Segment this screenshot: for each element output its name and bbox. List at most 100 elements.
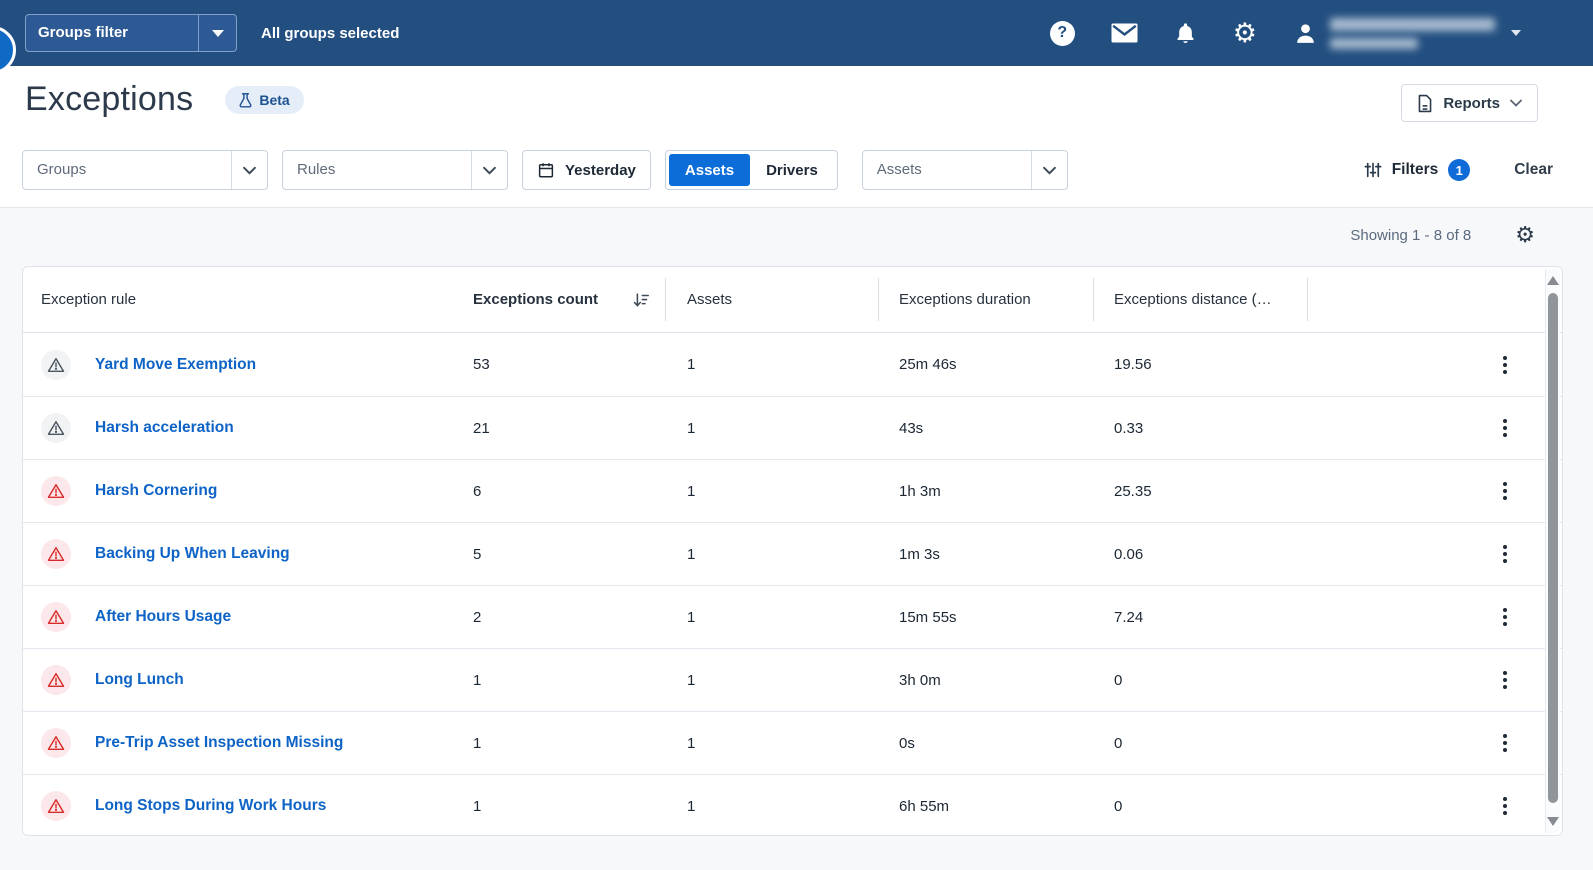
reports-button[interactable]: Reports bbox=[1401, 84, 1538, 122]
cell-assets: 1 bbox=[687, 545, 696, 563]
row-menu-button[interactable] bbox=[1497, 665, 1513, 695]
cell-exceptions-duration: 25m 46s bbox=[899, 356, 957, 373]
cell-exceptions-distance: 0 bbox=[1114, 671, 1123, 689]
rules-select[interactable]: Rules bbox=[282, 150, 508, 190]
row-menu-button[interactable] bbox=[1497, 602, 1513, 632]
clear-filters-button[interactable]: Clear bbox=[1514, 161, 1553, 179]
scroll-down-arrow-icon[interactable] bbox=[1547, 817, 1559, 826]
row-menu-button[interactable] bbox=[1497, 791, 1513, 821]
cell-exceptions-count: 21 bbox=[473, 419, 490, 437]
cell-exceptions-count: 1 bbox=[473, 671, 482, 689]
exception-rule-link[interactable]: Yard Move Exemption bbox=[95, 356, 256, 374]
exception-rule-link[interactable]: Backing Up When Leaving bbox=[95, 545, 290, 563]
exceptions-table: Exception rule Exceptions count Assets E… bbox=[22, 266, 1563, 836]
table-row: Harsh acceleration 21 1 43s 0.33 bbox=[23, 396, 1562, 459]
notifications-button[interactable] bbox=[1174, 21, 1197, 45]
cell-exceptions-distance: 25.35 bbox=[1114, 482, 1152, 500]
exception-rule-link[interactable]: Harsh Cornering bbox=[95, 482, 217, 500]
assets-select[interactable]: Assets bbox=[861, 150, 1068, 190]
groups-filter-caret[interactable] bbox=[198, 15, 236, 51]
cell-exceptions-count: 1 bbox=[473, 734, 482, 752]
bell-icon bbox=[1177, 23, 1194, 43]
vertical-scrollbar[interactable] bbox=[1545, 269, 1560, 833]
row-menu-button[interactable] bbox=[1497, 350, 1513, 380]
user-icon bbox=[1297, 23, 1314, 43]
filters-button[interactable]: Filters 1 bbox=[1364, 159, 1471, 181]
exception-rule-link[interactable]: Pre-Trip Asset Inspection Missing bbox=[95, 734, 343, 752]
cell-exceptions-distance: 0.06 bbox=[1114, 545, 1144, 563]
cell-exceptions-count: 6 bbox=[473, 482, 482, 500]
column-divider bbox=[1307, 278, 1308, 321]
sort-descending-icon bbox=[633, 292, 649, 307]
row-menu-button[interactable] bbox=[1497, 539, 1513, 569]
filters-sliders-icon bbox=[1364, 162, 1382, 178]
beta-badge: Beta bbox=[225, 85, 304, 114]
table-row: Harsh Cornering 6 1 1h 3m 25.35 bbox=[23, 459, 1562, 522]
warning-triangle-icon bbox=[41, 791, 71, 821]
row-menu-button[interactable] bbox=[1497, 476, 1513, 506]
cell-exceptions-duration: 1m 3s bbox=[899, 545, 940, 563]
table-row: Long Stops During Work Hours 1 1 6h 55m … bbox=[23, 774, 1562, 837]
help-icon: ? bbox=[1049, 20, 1075, 46]
assets-select-caret[interactable] bbox=[1030, 151, 1067, 189]
row-menu-button[interactable] bbox=[1497, 728, 1513, 758]
scroll-up-arrow-icon[interactable] bbox=[1547, 276, 1559, 285]
column-divider bbox=[878, 278, 879, 321]
table-row: Pre-Trip Asset Inspection Missing 1 1 0s… bbox=[23, 711, 1562, 774]
reports-button-label: Reports bbox=[1443, 94, 1500, 112]
rules-select-placeholder: Rules bbox=[297, 161, 336, 178]
user-email-blurred bbox=[1330, 17, 1495, 49]
row-menu-button[interactable] bbox=[1497, 413, 1513, 443]
list-toolbar: Showing 1 - 8 of 8 ⚙ bbox=[1350, 219, 1535, 251]
groups-select-caret[interactable] bbox=[231, 151, 267, 189]
cell-exceptions-distance: 0.33 bbox=[1114, 419, 1144, 437]
groups-filter-dropdown[interactable]: Groups filter bbox=[25, 14, 237, 52]
page-header: Exceptions Beta Reports Groups Rules Yes… bbox=[0, 66, 1593, 208]
column-settings-button[interactable]: ⚙ bbox=[1515, 224, 1535, 246]
groups-select[interactable]: Groups bbox=[22, 150, 268, 190]
column-divider bbox=[665, 278, 666, 321]
toggle-drivers[interactable]: Drivers bbox=[750, 154, 834, 186]
exception-rule-link[interactable]: Harsh acceleration bbox=[95, 419, 234, 437]
caret-down-icon bbox=[211, 29, 224, 37]
help-button[interactable]: ? bbox=[1049, 20, 1075, 46]
chevron-down-icon bbox=[483, 166, 496, 175]
column-header-exceptions-count[interactable]: Exceptions count bbox=[473, 291, 650, 309]
entity-toggle: Assets Drivers bbox=[664, 150, 838, 190]
exception-rule-link[interactable]: Long Lunch bbox=[95, 671, 184, 689]
exception-rule-link[interactable]: After Hours Usage bbox=[95, 608, 231, 626]
scrollbar-thumb[interactable] bbox=[1548, 293, 1558, 803]
toggle-assets[interactable]: Assets bbox=[668, 154, 751, 186]
cell-exceptions-duration: 3h 0m bbox=[899, 671, 941, 689]
column-header-exceptions-distance[interactable]: Exceptions distance (… bbox=[1114, 291, 1272, 308]
table-body: Yard Move Exemption 53 1 25m 46s 19.56 H… bbox=[23, 333, 1562, 837]
column-header-exception-rule[interactable]: Exception rule bbox=[41, 291, 136, 308]
cell-assets: 1 bbox=[687, 356, 696, 373]
cell-assets: 1 bbox=[687, 734, 696, 752]
column-header-assets[interactable]: Assets bbox=[687, 291, 732, 308]
warning-triangle-icon bbox=[41, 602, 71, 632]
cell-exceptions-distance: 0 bbox=[1114, 734, 1123, 752]
page-title: Exceptions bbox=[25, 80, 194, 118]
settings-button[interactable]: ⚙ bbox=[1232, 17, 1257, 48]
cell-exceptions-count: 2 bbox=[473, 608, 482, 626]
column-header-exceptions-duration[interactable]: Exceptions duration bbox=[899, 291, 1031, 308]
cell-assets: 1 bbox=[687, 608, 696, 626]
user-menu-caret-icon bbox=[1511, 30, 1521, 36]
chevron-down-icon bbox=[243, 166, 256, 175]
gear-icon: ⚙ bbox=[1232, 17, 1257, 48]
groups-select-placeholder: Groups bbox=[37, 161, 87, 178]
rules-select-caret[interactable] bbox=[471, 151, 507, 189]
cell-exceptions-duration: 43s bbox=[899, 419, 924, 437]
date-range-button[interactable]: Yesterday bbox=[522, 150, 651, 190]
exception-rule-link[interactable]: Long Stops During Work Hours bbox=[95, 797, 326, 815]
cell-exceptions-duration: 1h 3m bbox=[899, 482, 941, 500]
user-menu[interactable] bbox=[1293, 17, 1521, 49]
table-row: After Hours Usage 2 1 15m 55s 7.24 bbox=[23, 585, 1562, 648]
active-filter-count-badge: 1 bbox=[1448, 159, 1471, 181]
messages-button[interactable] bbox=[1111, 23, 1138, 43]
mail-icon bbox=[1111, 23, 1138, 43]
cell-exceptions-duration: 15m 55s bbox=[899, 608, 957, 626]
beta-badge-label: Beta bbox=[259, 91, 290, 108]
assets-select-placeholder: Assets bbox=[876, 161, 922, 178]
